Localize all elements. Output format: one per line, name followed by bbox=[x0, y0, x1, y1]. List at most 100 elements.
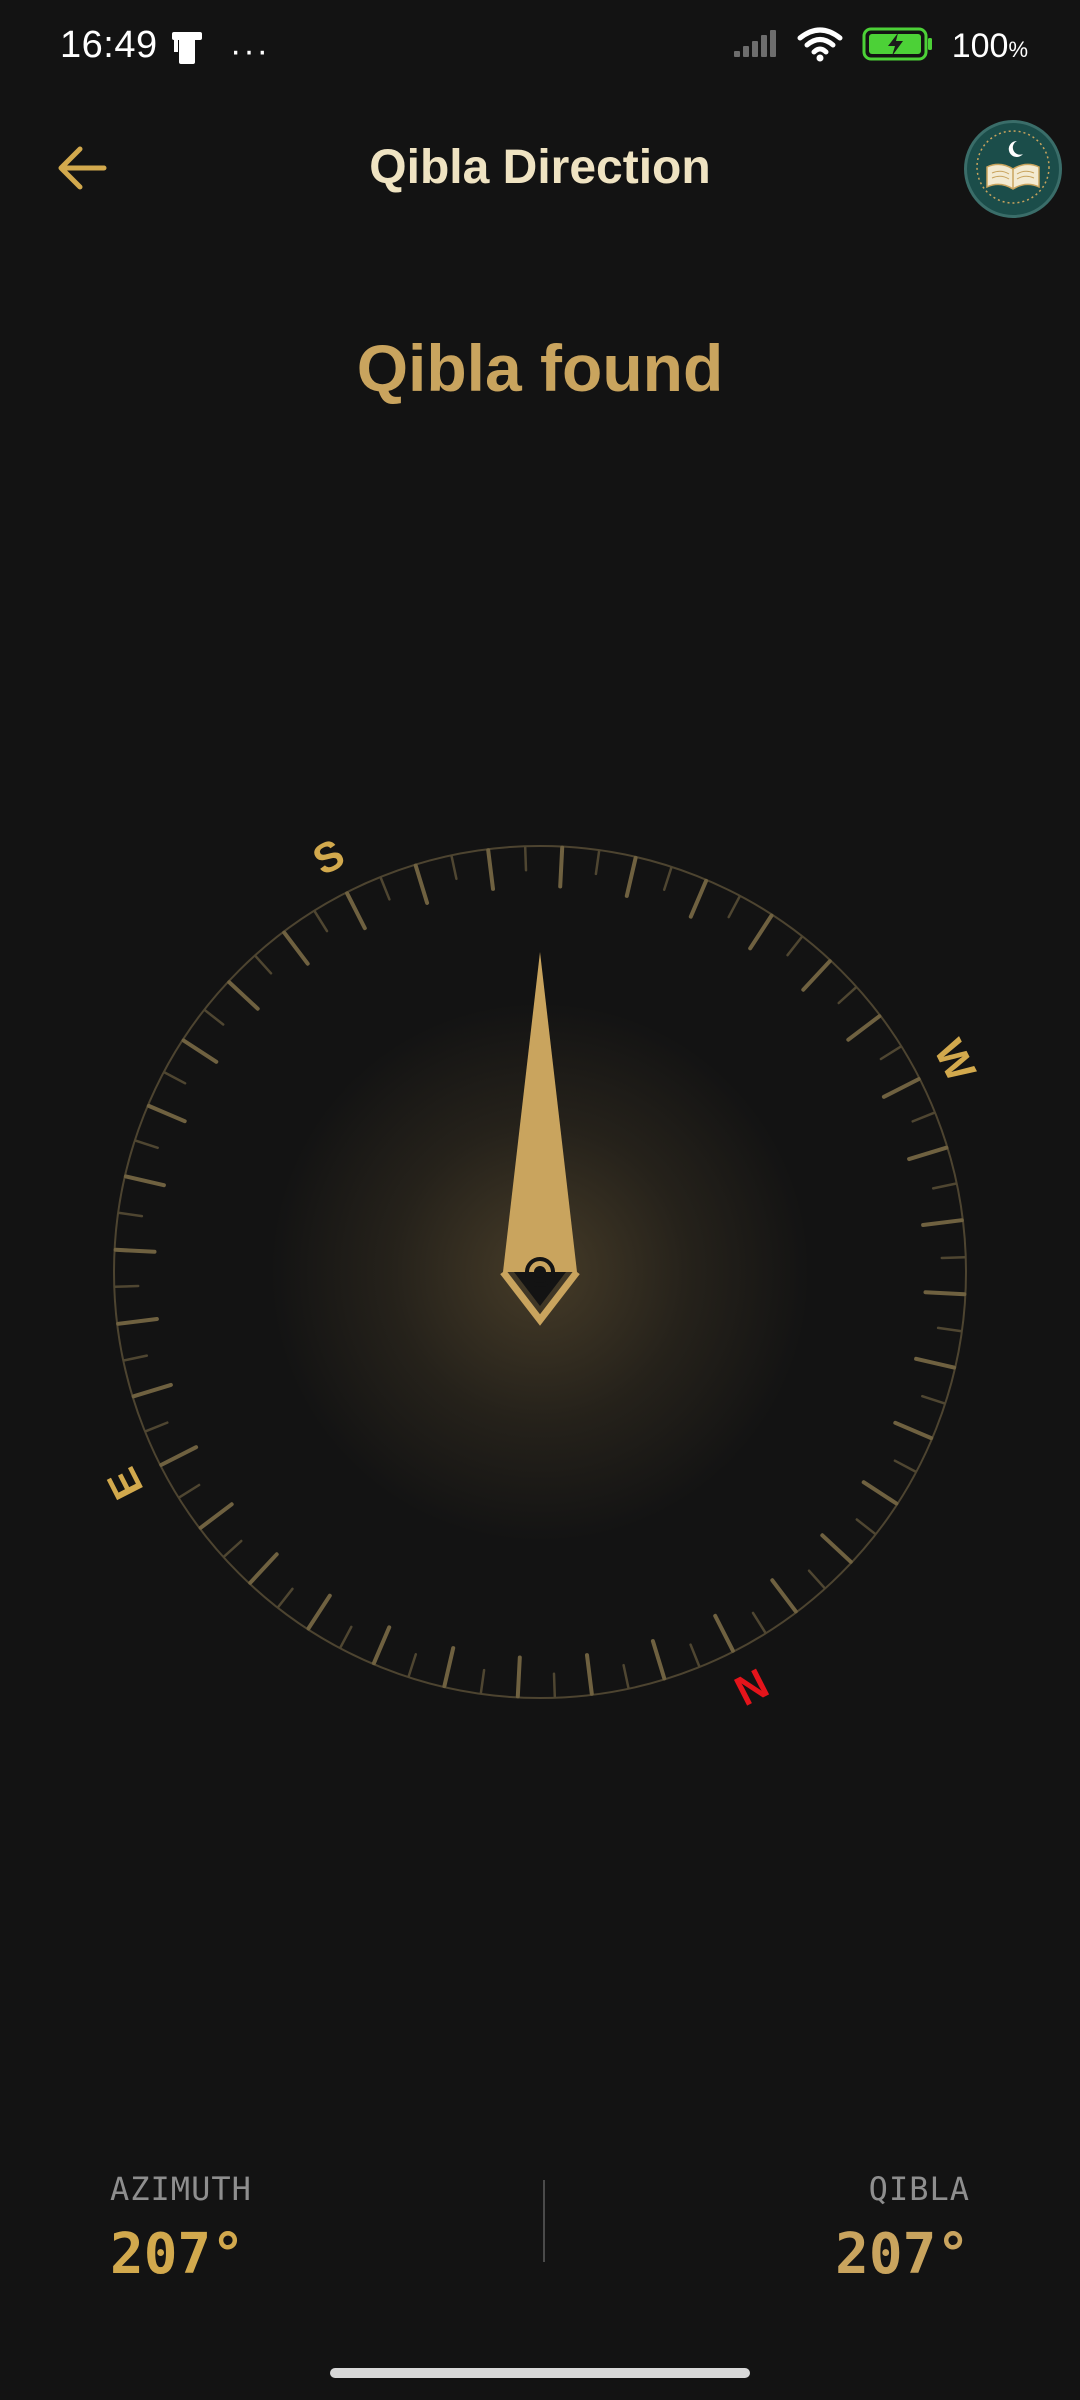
compass-tick bbox=[893, 1459, 917, 1473]
compass-tick bbox=[113, 1247, 157, 1254]
compass-tick bbox=[345, 891, 367, 931]
cardinal-west-label: W bbox=[925, 1032, 985, 1089]
compass-tick bbox=[313, 910, 329, 933]
compass-tick bbox=[650, 1639, 667, 1681]
compass-tick bbox=[134, 1139, 159, 1150]
compass-tick bbox=[254, 954, 273, 975]
more-notifications-icon: ··· bbox=[230, 31, 270, 70]
status-time: 16:49 bbox=[60, 24, 158, 66]
compass-tick bbox=[450, 855, 458, 881]
notification-device-icon bbox=[170, 30, 204, 71]
compass-tick bbox=[727, 895, 741, 919]
compass-tick bbox=[181, 1038, 219, 1064]
compass-tick bbox=[923, 1290, 967, 1297]
compass-tick bbox=[227, 980, 260, 1011]
compass-tick bbox=[751, 1611, 767, 1634]
qibla-value: 207° bbox=[835, 2222, 970, 2287]
compass-tick bbox=[585, 1653, 594, 1696]
compass-tick bbox=[222, 1539, 243, 1558]
cardinal-south-label: S bbox=[305, 830, 351, 885]
compass-tick bbox=[123, 1174, 166, 1188]
status-right: 100% bbox=[732, 26, 1028, 67]
compass-tick bbox=[131, 1382, 173, 1399]
compass-tick bbox=[911, 1111, 936, 1123]
compass-tick bbox=[144, 1421, 169, 1433]
compass-tick bbox=[820, 1533, 853, 1564]
compass-tick bbox=[748, 913, 774, 951]
azimuth-label: AZIMUTH bbox=[110, 2170, 252, 2208]
compass-tick bbox=[339, 1625, 353, 1649]
compass-tick bbox=[552, 1672, 557, 1698]
compass-tick bbox=[515, 1655, 522, 1699]
compass-tick bbox=[807, 1569, 826, 1590]
compass-tick bbox=[770, 1578, 798, 1614]
compass-tick bbox=[523, 846, 528, 872]
compass-tick bbox=[198, 1502, 234, 1530]
compass-tick bbox=[624, 855, 638, 898]
status-bar: 16:49 ··· 100% bbox=[0, 0, 1080, 100]
compass-tick bbox=[442, 1646, 456, 1689]
azimuth-value: 207° bbox=[110, 2222, 245, 2287]
compass-tick bbox=[689, 1643, 701, 1668]
compass-tick bbox=[861, 1480, 899, 1506]
compass-tick bbox=[921, 1218, 964, 1227]
cellular-signal-icon bbox=[732, 29, 778, 64]
compass-tick bbox=[837, 986, 858, 1005]
compass-tick bbox=[921, 1394, 946, 1405]
compass-tick bbox=[123, 1354, 149, 1362]
compass-tick bbox=[846, 1014, 882, 1042]
compass-tick bbox=[114, 1284, 140, 1289]
compass-tick bbox=[855, 1518, 877, 1535]
compass-tick bbox=[881, 1077, 921, 1099]
quran-crescent-logo-icon bbox=[973, 127, 1053, 212]
qibla-status-text: Qibla found bbox=[356, 331, 724, 405]
compass-tick bbox=[371, 1625, 392, 1666]
compass-tick bbox=[117, 1211, 144, 1218]
compass-tick bbox=[159, 1445, 199, 1467]
cardinal-east-label: E bbox=[98, 1460, 153, 1506]
bearing-readouts: AZIMUTH 207° QIBLA 207° bbox=[0, 2160, 1080, 2300]
compass-tick bbox=[688, 878, 709, 919]
compass-tick bbox=[907, 1145, 949, 1162]
compass-tick bbox=[203, 1009, 225, 1026]
compass-tick bbox=[116, 1317, 159, 1326]
compass-tick bbox=[146, 1103, 187, 1124]
cardinal-north-label: N bbox=[727, 1659, 775, 1715]
compass-tick bbox=[936, 1326, 963, 1333]
home-indicator[interactable] bbox=[330, 2368, 750, 2378]
app-logo[interactable] bbox=[964, 120, 1062, 218]
compass-tick bbox=[931, 1182, 957, 1190]
page-title: Qibla Direction bbox=[369, 141, 711, 194]
compass-tick bbox=[558, 845, 565, 889]
compass-tick bbox=[662, 866, 673, 891]
compass-dial: N E S W bbox=[98, 830, 986, 1716]
qibla-label: QIBLA bbox=[868, 2170, 970, 2208]
wifi-icon bbox=[796, 26, 844, 67]
compass-tick bbox=[914, 1356, 957, 1370]
status-left-icons: ··· bbox=[170, 30, 270, 71]
compass-tick bbox=[277, 1587, 294, 1609]
compass-tick bbox=[893, 1420, 934, 1441]
compass-tick bbox=[713, 1613, 735, 1653]
compass-tick bbox=[282, 930, 310, 966]
compass-tick bbox=[306, 1593, 332, 1631]
needle-pivot bbox=[534, 1266, 546, 1278]
readout-divider bbox=[543, 2180, 545, 2262]
compass-tick bbox=[594, 849, 601, 876]
battery-charging-icon bbox=[862, 26, 934, 67]
compass-tick bbox=[622, 1663, 630, 1689]
app-header: Qibla Direction bbox=[0, 110, 1080, 230]
compass-tick bbox=[801, 959, 832, 992]
battery-percentage: 100% bbox=[951, 27, 1028, 65]
compass-tick bbox=[163, 1071, 187, 1085]
compass-tick bbox=[379, 876, 391, 901]
compass-tick bbox=[407, 1653, 418, 1678]
qibla-compass[interactable]: N E S W bbox=[0, 760, 1080, 1760]
compass-tick bbox=[486, 848, 495, 891]
compass-tick bbox=[479, 1668, 486, 1695]
compass-tick bbox=[786, 935, 803, 957]
compass-tick bbox=[940, 1255, 966, 1260]
compass-tick bbox=[413, 863, 430, 905]
compass-tick bbox=[178, 1483, 201, 1499]
compass-tick bbox=[879, 1045, 902, 1061]
